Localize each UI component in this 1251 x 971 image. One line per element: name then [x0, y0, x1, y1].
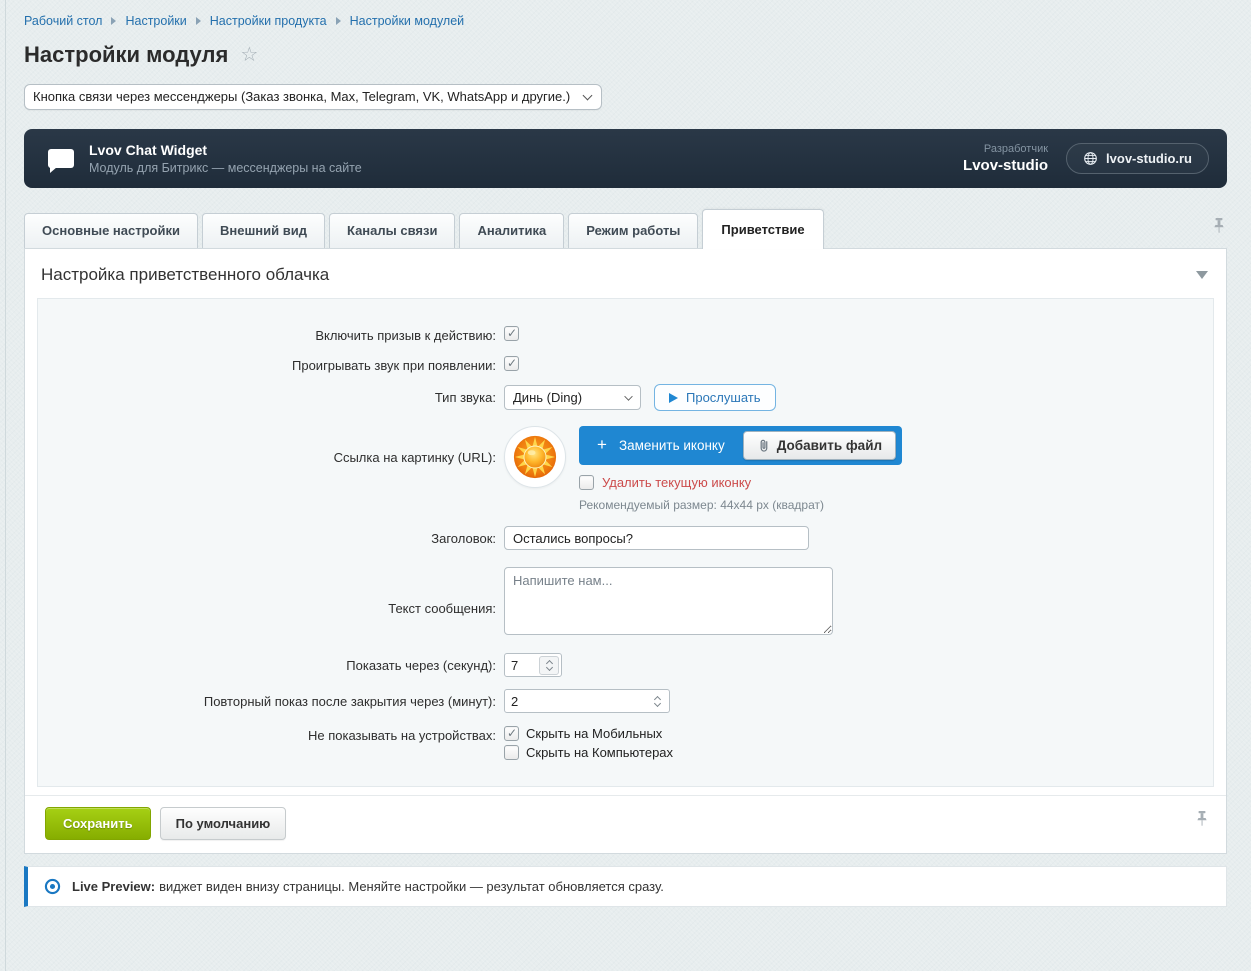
live-preview-icon [44, 878, 61, 895]
live-preview-text: виджет виден внизу страницы. Меняйте нас… [159, 879, 664, 894]
banner-subtitle: Модуль для Битрикс — мессенджеры на сайт… [89, 161, 362, 175]
image-url-label: Ссылка на картинку (URL): [38, 426, 504, 465]
greeting-title-label: Заголовок: [38, 531, 504, 546]
tab-greeting[interactable]: Приветствие [702, 209, 823, 249]
developer-label: Разработчик [963, 143, 1048, 155]
delay-label: Показать через (секунд): [38, 658, 504, 673]
globe-icon [1083, 151, 1098, 166]
favorite-star-icon[interactable]: ☆ [240, 45, 258, 65]
live-preview-title: Live Preview: [72, 879, 155, 894]
developer-name: Lvov-studio [963, 157, 1048, 174]
listen-button-label: Прослушать [686, 390, 761, 405]
add-file-label: Добавить файл [777, 438, 882, 453]
repeat-label: Повторный показ после закрытия через (ми… [38, 694, 504, 709]
hide-mobile-label: Скрыть на Мобильных [526, 726, 662, 741]
greeting-title-input[interactable] [504, 526, 809, 550]
hide-mobile-checkbox[interactable] [504, 726, 519, 741]
breadcrumb-arrow-icon [111, 17, 116, 25]
sun-icon [512, 434, 558, 480]
settings-tabs: Основные настройки Внешний вид Каналы св… [24, 209, 1227, 248]
breadcrumb-settings[interactable]: Настройки [125, 14, 186, 28]
breadcrumb-module-settings[interactable]: Настройки модулей [350, 14, 465, 28]
listen-button[interactable]: Прослушать [654, 384, 776, 411]
message-label: Текст сообщения: [38, 567, 504, 616]
tab-work-mode[interactable]: Режим работы [568, 213, 698, 248]
pin-icon[interactable] [1211, 217, 1227, 234]
repeat-input-box [504, 689, 670, 713]
repeat-spinner[interactable] [647, 692, 667, 711]
play-icon [669, 393, 678, 403]
developer-site-label: lvov-studio.ru [1106, 151, 1192, 166]
save-button[interactable]: Сохранить [45, 807, 151, 840]
replace-icon-button[interactable]: + Заменить иконку Добавить файл [579, 426, 902, 465]
breadcrumb-desktop[interactable]: Рабочий стол [24, 14, 102, 28]
section-title: Настройка приветственного облачка [41, 265, 329, 285]
sound-type-value: Динь (Ding) [513, 390, 582, 405]
pin-icon[interactable] [1194, 810, 1210, 827]
sound-label: Проигрывать звук при появлении: [38, 356, 504, 373]
hide-desktop-checkbox[interactable] [504, 745, 519, 760]
module-select-value: Кнопка связи через мессенджеры (Заказ зв… [33, 89, 570, 104]
delete-icon-label: Удалить текущую иконку [602, 475, 751, 490]
sound-checkbox[interactable] [504, 356, 519, 371]
message-textarea[interactable]: Напишите нам... [504, 567, 833, 635]
sound-type-label: Тип звука: [38, 390, 504, 405]
workspace-left-border [5, 0, 6, 971]
plus-icon: + [597, 436, 607, 453]
form-footer: Сохранить По умолчанию [25, 795, 1226, 853]
live-preview-bar: Live Preview: виджет виден внизу страницы… [24, 866, 1227, 907]
module-banner: Lvov Chat Widget Модуль для Битрикс — ме… [24, 129, 1227, 188]
breadcrumb-arrow-icon [196, 17, 201, 25]
replace-icon-label: Заменить иконку [619, 438, 725, 453]
breadcrumb: Рабочий стол Настройки Настройки продукт… [24, 14, 1227, 28]
current-icon-preview [504, 426, 566, 488]
paperclip-icon [757, 438, 770, 453]
tab-analytics[interactable]: Аналитика [459, 213, 564, 248]
devices-label: Не показывать на устройствах: [38, 726, 504, 743]
sound-type-select[interactable]: Динь (Ding) [504, 385, 641, 410]
hide-desktop-label: Скрыть на Компьютерах [526, 745, 673, 760]
section-collapse-icon[interactable] [1196, 271, 1208, 279]
breadcrumb-product-settings[interactable]: Настройки продукта [210, 14, 327, 28]
default-button[interactable]: По умолчанию [160, 807, 287, 840]
delay-input[interactable] [505, 658, 539, 673]
chat-bubble-icon [48, 149, 74, 168]
greeting-settings-panel: Включить призыв к действию: Проигрывать … [37, 298, 1214, 787]
size-hint: Рекомендуемый размер: 44x44 px (квадрат) [579, 498, 902, 512]
repeat-input[interactable] [505, 694, 647, 709]
chevron-down-icon [624, 392, 632, 400]
add-file-button[interactable]: Добавить файл [743, 431, 896, 460]
chevron-down-icon [583, 90, 593, 100]
cta-checkbox[interactable] [504, 326, 519, 341]
developer-site-button[interactable]: lvov-studio.ru [1066, 143, 1209, 174]
module-select[interactable]: Кнопка связи через мессенджеры (Заказ зв… [24, 84, 602, 110]
tab-main-settings[interactable]: Основные настройки [24, 213, 198, 248]
delay-input-box [504, 653, 562, 677]
delay-spinner[interactable] [539, 656, 559, 675]
breadcrumb-arrow-icon [336, 17, 341, 25]
tab-channels[interactable]: Каналы связи [329, 213, 455, 248]
cta-label: Включить призыв к действию: [38, 326, 504, 343]
page-title: Настройки модуля [24, 42, 228, 68]
banner-title: Lvov Chat Widget [89, 142, 362, 158]
delete-icon-checkbox[interactable] [579, 475, 594, 490]
settings-content: Настройка приветственного облачка Включи… [24, 248, 1227, 854]
tab-appearance[interactable]: Внешний вид [202, 213, 325, 248]
